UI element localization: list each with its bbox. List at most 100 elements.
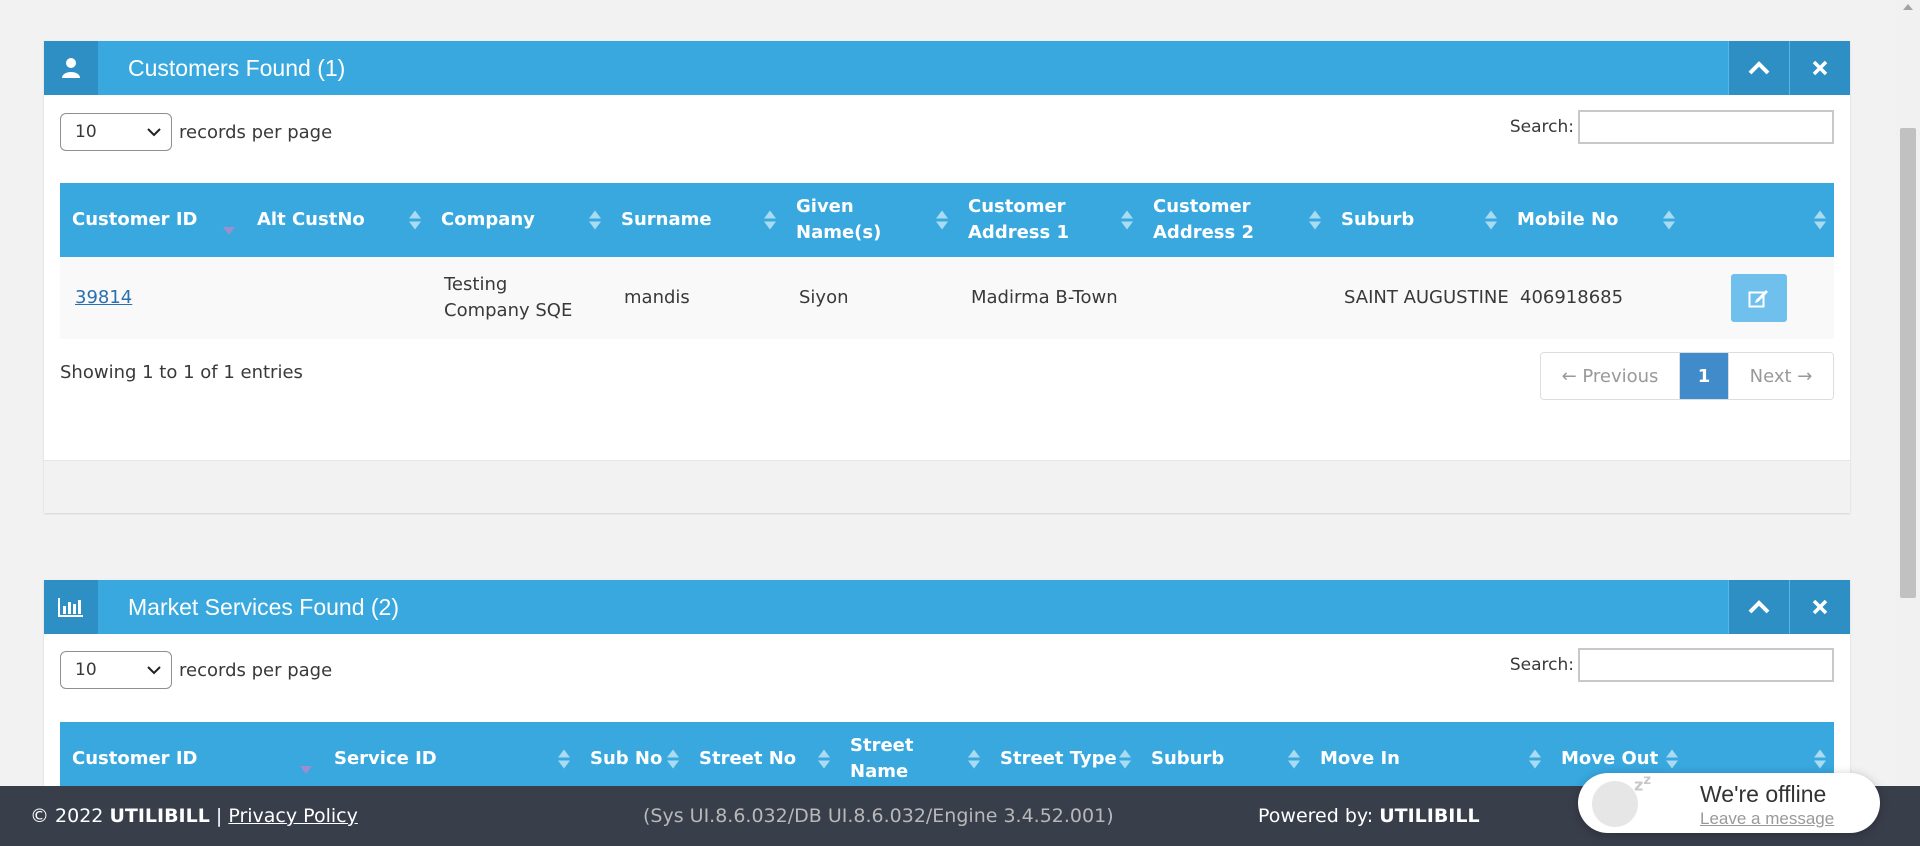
page-size-select[interactable]: 10 — [60, 113, 172, 151]
page-scrollbar[interactable] — [1896, 0, 1920, 846]
chat-widget[interactable]: zz We're offline Leave a message — [1578, 773, 1880, 833]
close-icon — [1812, 599, 1828, 615]
close-button[interactable] — [1789, 41, 1850, 95]
col-given-names[interactable]: Given Name(s) — [784, 183, 956, 257]
scroll-thumb[interactable] — [1900, 128, 1916, 598]
scroll-up-arrow[interactable] — [1903, 4, 1913, 10]
chevron-down-icon — [147, 665, 161, 674]
col-label: Given Name(s) — [796, 196, 882, 243]
market-widget-title: Market Services Found (2) — [128, 594, 399, 620]
sort-icon — [667, 749, 679, 769]
powered-brand: UTILIBILL — [1379, 805, 1480, 827]
col-alt-custno[interactable]: Alt CustNo — [245, 183, 429, 257]
col-label: Move Out — [1561, 748, 1659, 769]
col-label: Mobile No — [1517, 209, 1619, 230]
search-label: Search: — [1509, 655, 1574, 675]
table-header: Customer ID Alt CustNo Company Surname G… — [60, 183, 1834, 257]
footer-separator: | — [209, 805, 229, 827]
sort-icon — [1309, 210, 1321, 230]
chevron-up-icon — [1748, 600, 1770, 614]
cell-mobile: 406918685 — [1520, 287, 1624, 308]
customers-widget-title: Customers Found (1) — [128, 55, 346, 81]
footer-copyright: © 2022 UTILIBILL | Privacy Policy — [30, 786, 358, 846]
cell-suburb: SAINT AUGUSTINE — [1344, 287, 1509, 308]
customers-widget: Customers Found (1) 10 records per page … — [44, 41, 1850, 513]
col-customer-id[interactable]: Customer ID — [60, 183, 245, 257]
customers-widget-header: Customers Found (1) — [44, 41, 1850, 95]
col-actions[interactable] — [1683, 183, 1834, 257]
sort-icon — [764, 210, 776, 230]
brand-name: UTILIBILL — [109, 805, 210, 827]
sort-icon — [936, 210, 948, 230]
sort-icon — [589, 210, 601, 230]
sort-desc-icon — [223, 227, 235, 235]
col-label: Street Name — [850, 735, 914, 782]
current-page-button[interactable]: 1 — [1680, 353, 1728, 399]
col-service-id[interactable]: Service ID — [322, 722, 578, 796]
col-move-in[interactable]: Move In — [1308, 722, 1549, 796]
previous-page-button[interactable]: ← Previous — [1541, 353, 1680, 399]
market-services-table: Customer ID Service ID Sub No Street No … — [60, 722, 1834, 796]
privacy-policy-link[interactable]: Privacy Policy — [228, 805, 357, 827]
records-per-page: 10 records per page — [60, 651, 332, 689]
col-label: Alt CustNo — [257, 209, 365, 230]
cell-actions — [1683, 257, 1834, 339]
col-mobile[interactable]: Mobile No — [1505, 183, 1683, 257]
search-area: Search: — [1510, 648, 1834, 682]
market-widget-header: Market Services Found (2) — [44, 580, 1850, 634]
customers-table: Customer ID Alt CustNo Company Surname G… — [60, 183, 1834, 339]
powered-label: Powered by: — [1258, 805, 1380, 827]
pagination: ← Previous 1 Next → — [1540, 352, 1834, 400]
search-area: Search: — [1510, 110, 1834, 144]
cell-address-2 — [1141, 257, 1329, 339]
col-sub-no[interactable]: Sub No — [578, 722, 687, 796]
copyright-text: © 2022 — [30, 805, 110, 827]
edit-button[interactable] — [1730, 274, 1787, 322]
col-label: Sub No — [590, 748, 663, 769]
col-street-no[interactable]: Street No — [687, 722, 838, 796]
col-suburb[interactable]: Suburb — [1329, 183, 1505, 257]
sort-icon — [1814, 210, 1826, 230]
col-label: Street Type — [1000, 748, 1117, 769]
page-size-select[interactable]: 10 — [60, 651, 172, 689]
cell-company: Testing Company SQE — [429, 257, 609, 339]
sort-icon — [1288, 749, 1300, 769]
customer-id-link[interactable]: 39814 — [75, 285, 132, 311]
records-label: records per page — [179, 659, 333, 681]
search-input[interactable] — [1578, 110, 1834, 144]
close-button[interactable] — [1789, 580, 1850, 634]
sort-icon — [968, 749, 980, 769]
col-address-1[interactable]: Customer Address 1 — [956, 183, 1141, 257]
col-street-name[interactable]: Street Name — [838, 722, 988, 796]
col-label: Move In — [1320, 748, 1400, 769]
bar-chart-icon — [44, 580, 98, 634]
col-company[interactable]: Company — [429, 183, 609, 257]
chevron-down-icon — [147, 127, 161, 136]
sort-icon — [1119, 749, 1131, 769]
sort-icon — [1121, 210, 1133, 230]
sort-icon — [1663, 210, 1675, 230]
sort-icon — [409, 210, 421, 230]
chat-avatar-icon — [1592, 781, 1638, 827]
widget-footer — [44, 460, 1850, 513]
chat-status: We're offline — [1700, 781, 1827, 807]
user-icon — [44, 41, 98, 95]
sort-icon — [1814, 749, 1826, 769]
col-label: Customer Address 1 — [968, 196, 1070, 243]
collapse-button[interactable] — [1728, 580, 1789, 634]
collapse-button[interactable] — [1728, 41, 1789, 95]
cell-given-names: Siyon — [799, 287, 849, 308]
col-label: Suburb — [1151, 748, 1225, 769]
table-row: 39814 Testing Company SQE mandis Siyon M… — [60, 257, 1834, 339]
col-surname[interactable]: Surname — [609, 183, 784, 257]
col-suburb[interactable]: Suburb — [1139, 722, 1308, 796]
col-customer-id[interactable]: Customer ID — [60, 722, 322, 796]
search-input[interactable] — [1578, 648, 1834, 682]
col-street-type[interactable]: Street Type — [988, 722, 1139, 796]
next-page-button[interactable]: Next → — [1728, 353, 1833, 399]
col-label: Street No — [699, 748, 797, 769]
col-address-2[interactable]: Customer Address 2 — [1141, 183, 1329, 257]
leave-message-link[interactable]: Leave a message — [1700, 809, 1834, 829]
cell-customer-id: 39814 — [60, 257, 245, 339]
page-size-value: 10 — [75, 660, 97, 680]
